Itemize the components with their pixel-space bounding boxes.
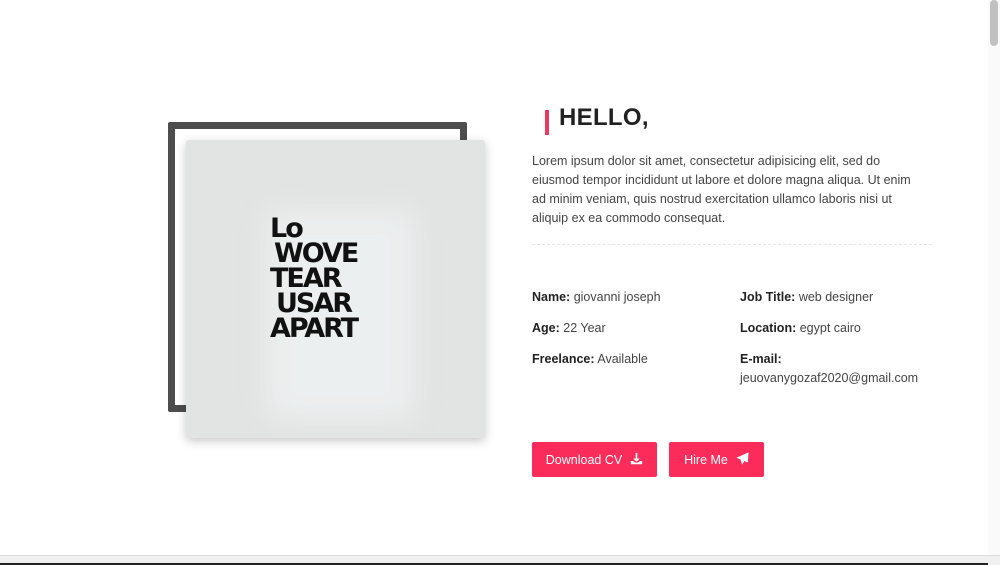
info-value: giovanni joseph	[573, 290, 661, 304]
vertical-scrollbar[interactable]	[988, 0, 1000, 565]
heading-accent-bar	[545, 110, 549, 135]
info-label: Age:	[532, 321, 560, 335]
poster-artwork: Lo WOVE TEAR USAR APART	[270, 215, 359, 344]
paper-plane-icon	[736, 451, 749, 468]
scrollbar-thumb[interactable]	[990, 0, 998, 46]
divider	[532, 244, 932, 245]
hire-me-button[interactable]: Hire Me	[669, 442, 764, 477]
info-label: Freelance:	[532, 352, 595, 366]
about-intro: Lorem ipsum dolor sit amet, consectetur …	[532, 154, 911, 225]
info-email: E-mail: jeuovanygozaf2020@gmail.com	[740, 350, 940, 388]
info-value[interactable]: jeuovanygozaf2020@gmail.com	[740, 371, 918, 385]
info-value: web designer	[798, 290, 874, 304]
info-value: egypt cairo	[799, 321, 861, 335]
info-label: Name:	[532, 290, 571, 304]
about-heading: HELLO,	[559, 104, 649, 131]
info-value: Available	[597, 352, 648, 366]
info-name: Name: giovanni joseph	[532, 288, 661, 307]
info-label: Location:	[740, 321, 797, 335]
info-location: Location: egypt cairo	[740, 319, 861, 338]
info-freelance: Freelance: Available	[532, 350, 648, 369]
info-label: Job Title:	[740, 290, 796, 304]
button-label: Download CV	[545, 452, 623, 467]
info-value: 22 Year	[563, 321, 606, 335]
download-cv-button[interactable]: Download CV	[532, 442, 657, 477]
info-label: E-mail:	[740, 352, 782, 366]
profile-image: Lo WOVE TEAR USAR APART	[186, 140, 485, 438]
button-label: Hire Me	[684, 452, 728, 467]
info-job-title: Job Title: web designer	[740, 288, 873, 307]
poster-line: APART	[270, 313, 359, 344]
info-age: Age: 22 Year	[532, 319, 606, 338]
download-icon	[630, 452, 643, 468]
